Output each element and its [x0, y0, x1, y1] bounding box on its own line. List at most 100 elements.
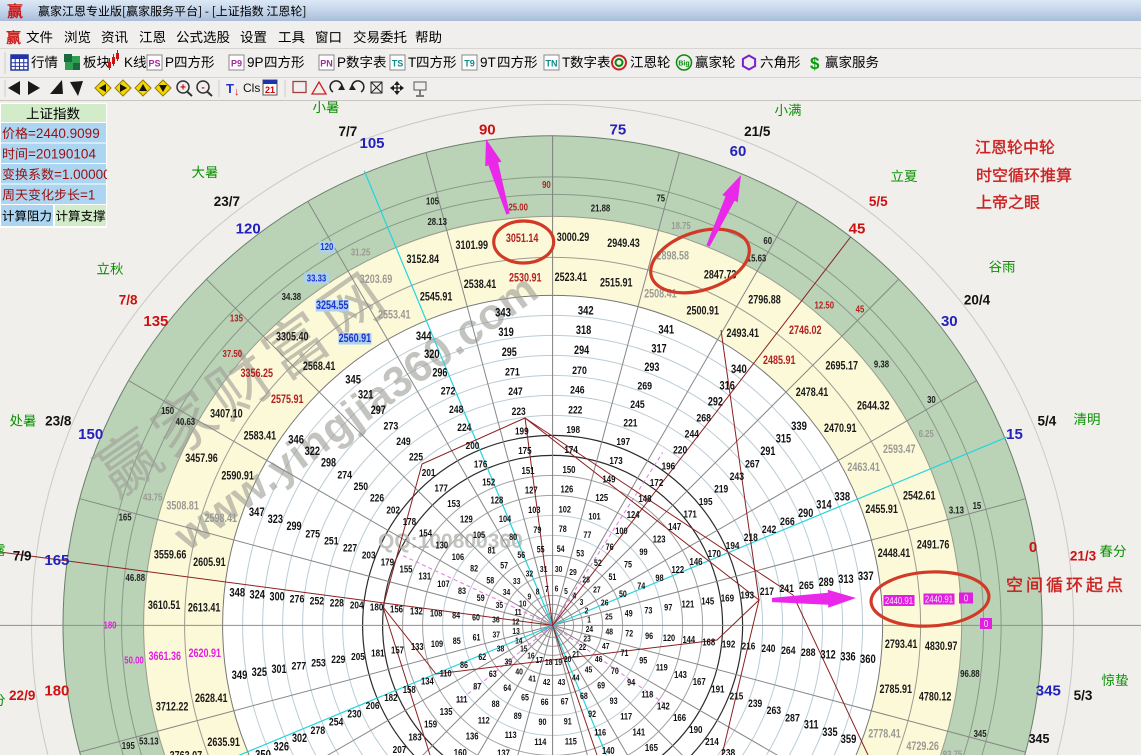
- svg-text:21/3: 21/3: [1070, 549, 1097, 564]
- svg-text:197: 197: [616, 435, 630, 447]
- svg-text:98: 98: [655, 572, 663, 583]
- svg-text:291: 291: [760, 446, 775, 458]
- svg-text:2598.41: 2598.41: [204, 512, 237, 526]
- svg-text:242: 242: [762, 524, 777, 536]
- svg-text:40: 40: [515, 667, 523, 677]
- svg-text:359: 359: [841, 733, 857, 746]
- svg-text:T9: T9: [464, 59, 475, 69]
- svg-text:2470.91: 2470.91: [824, 422, 857, 436]
- svg-text:3610.51: 3610.51: [148, 599, 181, 613]
- svg-text:18: 18: [545, 657, 552, 667]
- svg-text:288: 288: [801, 647, 816, 659]
- svg-text:109: 109: [431, 638, 444, 649]
- svg-text:293: 293: [644, 362, 659, 374]
- svg-text:296: 296: [432, 367, 447, 379]
- svg-text:57: 57: [500, 561, 508, 571]
- svg-text:96: 96: [645, 631, 653, 641]
- svg-text:100: 100: [615, 525, 628, 536]
- svg-text:28.13: 28.13: [427, 216, 447, 227]
- svg-text:150: 150: [562, 464, 575, 475]
- svg-text:339: 339: [791, 420, 807, 433]
- svg-text:249: 249: [396, 436, 411, 448]
- svg-text:96.88: 96.88: [960, 668, 980, 679]
- svg-text:129: 129: [460, 513, 473, 524]
- svg-text:99: 99: [639, 546, 647, 557]
- svg-text:168: 168: [702, 636, 715, 647]
- svg-text:141: 141: [632, 726, 645, 737]
- svg-text:295: 295: [502, 347, 517, 359]
- svg-text:2553.41: 2553.41: [378, 308, 411, 322]
- svg-text:97: 97: [664, 601, 672, 612]
- svg-text:142: 142: [657, 700, 670, 711]
- svg-text:30: 30: [927, 394, 936, 405]
- svg-text:350: 350: [255, 749, 271, 755]
- svg-text:27: 27: [593, 585, 601, 595]
- svg-text:2455.91: 2455.91: [865, 503, 898, 517]
- svg-text:2590.91: 2590.91: [221, 469, 254, 483]
- svg-text:225: 225: [409, 452, 424, 464]
- svg-text:2508.41: 2508.41: [644, 288, 677, 302]
- svg-text:7: 7: [545, 584, 549, 594]
- svg-text:2440.91: 2440.91: [925, 594, 953, 605]
- svg-text:25.00: 25.00: [508, 201, 528, 212]
- svg-text:115: 115: [565, 735, 577, 746]
- svg-text:183: 183: [408, 731, 421, 742]
- svg-text:136: 136: [466, 731, 479, 742]
- svg-text:6: 6: [555, 584, 559, 594]
- svg-text:36: 36: [492, 615, 500, 625]
- svg-text:143: 143: [674, 669, 687, 680]
- svg-text:204: 204: [350, 598, 364, 610]
- svg-text:120: 120: [236, 221, 261, 238]
- svg-text:2628.41: 2628.41: [195, 692, 228, 706]
- svg-text:4729.26: 4729.26: [906, 740, 939, 754]
- svg-text:75: 75: [656, 192, 665, 203]
- svg-text:263: 263: [767, 705, 782, 717]
- svg-text:53.13: 53.13: [139, 735, 159, 746]
- svg-text:127: 127: [525, 485, 538, 496]
- svg-text:23/8: 23/8: [45, 414, 72, 429]
- svg-text:155: 155: [399, 564, 412, 575]
- svg-text:191: 191: [711, 683, 724, 694]
- svg-text:-: -: [201, 83, 204, 94]
- svg-text:220: 220: [673, 445, 687, 457]
- svg-text:$: $: [810, 54, 820, 73]
- svg-text:158: 158: [403, 684, 416, 695]
- svg-text:94: 94: [627, 678, 635, 688]
- svg-text:2620.91: 2620.91: [188, 647, 221, 661]
- svg-text:126: 126: [561, 484, 574, 495]
- svg-text:180: 180: [44, 683, 69, 700]
- svg-text:19: 19: [555, 657, 562, 667]
- svg-text:105: 105: [359, 135, 384, 152]
- svg-text:274: 274: [337, 469, 352, 481]
- svg-text:47: 47: [602, 641, 610, 651]
- svg-text:203: 203: [362, 548, 376, 560]
- svg-text:247: 247: [508, 386, 523, 398]
- svg-text:207: 207: [393, 743, 407, 755]
- svg-text:314: 314: [816, 499, 831, 512]
- svg-text:321: 321: [358, 389, 373, 402]
- svg-text:270: 270: [572, 365, 587, 377]
- svg-text:2785.91: 2785.91: [880, 683, 913, 697]
- svg-text:245: 245: [630, 399, 645, 411]
- svg-text:PN: PN: [320, 59, 333, 69]
- svg-text:150: 150: [78, 426, 103, 443]
- svg-text:50: 50: [619, 589, 627, 599]
- svg-text:123: 123: [653, 534, 666, 545]
- svg-text:2523.41: 2523.41: [555, 271, 588, 285]
- svg-text:0: 0: [1029, 539, 1037, 556]
- svg-text:79: 79: [533, 525, 541, 535]
- svg-text:58: 58: [486, 575, 494, 585]
- svg-text:65: 65: [521, 693, 529, 703]
- svg-text:45: 45: [849, 221, 866, 238]
- svg-text:25: 25: [605, 612, 613, 622]
- svg-text:76: 76: [606, 542, 614, 552]
- svg-text:134: 134: [421, 676, 434, 687]
- svg-text:12.50: 12.50: [815, 300, 835, 311]
- svg-text:3051.14: 3051.14: [506, 232, 539, 246]
- svg-text:2491.76: 2491.76: [917, 539, 950, 553]
- svg-text:114: 114: [534, 736, 546, 747]
- svg-text:17: 17: [536, 655, 543, 665]
- svg-text:49: 49: [625, 609, 633, 619]
- svg-text:177: 177: [435, 482, 448, 493]
- svg-text:33: 33: [513, 576, 521, 586]
